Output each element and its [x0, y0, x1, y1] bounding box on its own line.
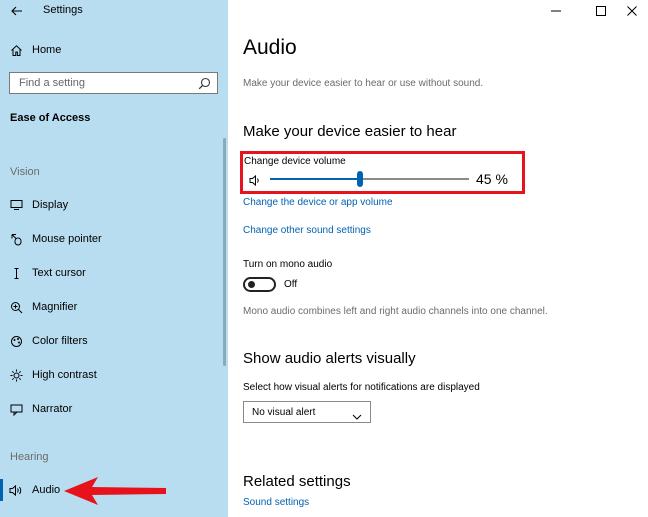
volume-slider-thumb[interactable]: [356, 171, 363, 187]
text-cursor-icon: [9, 266, 23, 280]
sidebar-item-label: Magnifier: [32, 301, 78, 313]
mono-audio-description: Mono audio combines left and right audio…: [243, 306, 548, 317]
sidebar-item-label: Home: [32, 44, 62, 56]
sidebar-item-label: Display: [32, 199, 69, 211]
audio-icon: [9, 483, 23, 497]
main-content: Audio Make your device easier to hear or…: [228, 0, 648, 517]
section-heading-hear: Make your device easier to hear: [243, 123, 457, 140]
display-icon: [9, 198, 23, 212]
page-title: Audio: [243, 36, 297, 59]
speaker-icon[interactable]: [249, 174, 263, 192]
section-heading-alerts: Show audio alerts visually: [243, 350, 416, 367]
close-icon: [627, 6, 637, 16]
color-filters-icon: [9, 334, 23, 348]
toggle-knob: [248, 281, 255, 288]
visual-alert-label: Select how visual alerts for notificatio…: [243, 382, 480, 393]
link-device-app-volume[interactable]: Change the device or app volume: [243, 197, 393, 208]
sidebar-item-label: Audio: [32, 484, 61, 496]
maximize-button[interactable]: [586, 0, 616, 22]
volume-slider-fill: [270, 178, 360, 180]
close-button[interactable]: [617, 0, 647, 22]
chevron-down-icon: [352, 408, 362, 426]
section-heading-related: Related settings: [243, 473, 351, 490]
sidebar-item-mouse-pointer[interactable]: Mouse pointer: [0, 226, 228, 252]
sidebar-item-high-contrast[interactable]: High contrast: [0, 362, 228, 388]
sidebar-item-label: Narrator: [32, 403, 73, 415]
mono-audio-label: Turn on mono audio: [243, 259, 333, 270]
sidebar-item-color-filters[interactable]: Color filters: [0, 328, 228, 354]
sidebar-item-label: Mouse pointer: [32, 233, 102, 245]
category-heading: Ease of Access: [10, 112, 91, 124]
minimize-icon: [551, 10, 561, 12]
mono-audio-toggle[interactable]: [243, 277, 276, 292]
volume-value: 45 %: [476, 171, 508, 187]
back-arrow-icon: [11, 6, 22, 16]
dropdown-value: No visual alert: [252, 406, 316, 418]
narrator-icon: [9, 402, 23, 416]
link-sound-settings[interactable]: Sound settings: [243, 497, 309, 508]
maximize-icon: [596, 6, 606, 16]
home-icon: [9, 43, 23, 57]
sidebar-item-label: Color filters: [32, 335, 88, 347]
magnifier-icon: [9, 300, 23, 314]
sidebar-scrollbar[interactable]: [223, 138, 226, 366]
group-label-vision: Vision: [10, 166, 40, 178]
sidebar-item-label: Text cursor: [32, 267, 86, 279]
sidebar-item-narrator[interactable]: Narrator: [0, 396, 228, 422]
annotation-arrow-icon: [64, 477, 166, 505]
sidebar: Settings Home Ease of Access Vision Disp…: [0, 0, 228, 517]
sidebar-item-display[interactable]: Display: [0, 192, 228, 218]
app-title: Settings: [43, 4, 83, 16]
sidebar-item-text-cursor[interactable]: Text cursor: [0, 260, 228, 286]
page-subtitle: Make your device easier to hear or use w…: [243, 78, 484, 89]
sidebar-item-magnifier[interactable]: Magnifier: [0, 294, 228, 320]
visual-alert-dropdown[interactable]: No visual alert: [243, 401, 371, 423]
sidebar-item-label: High contrast: [32, 369, 97, 381]
link-other-sound-settings[interactable]: Change other sound settings: [243, 225, 371, 236]
search-field[interactable]: [9, 72, 218, 94]
back-button[interactable]: [6, 2, 28, 20]
group-label-hearing: Hearing: [10, 451, 49, 463]
volume-label: Change device volume: [244, 156, 346, 167]
minimize-button[interactable]: [541, 0, 571, 22]
high-contrast-icon: [9, 368, 23, 382]
search-icon[interactable]: [198, 77, 211, 90]
mono-audio-state: Off: [284, 279, 298, 290]
search-input[interactable]: [10, 76, 191, 90]
sidebar-item-home[interactable]: Home: [0, 37, 228, 63]
mouse-pointer-icon: [9, 232, 23, 246]
